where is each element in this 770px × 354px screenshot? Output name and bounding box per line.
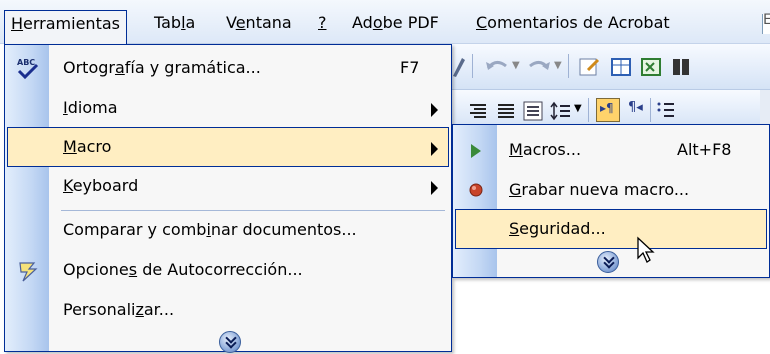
menu-item-comparar[interactable]: Comparar y combinar documentos...: [7, 211, 449, 251]
menu-tabla[interactable]: Tabla: [148, 10, 201, 36]
mouse-cursor-icon: [637, 236, 655, 263]
line-spacing-dropdown-icon[interactable]: ▼: [574, 103, 582, 114]
menu-ventana[interactable]: Ventana: [220, 10, 298, 36]
numbered-list-icon[interactable]: [656, 100, 676, 120]
menu-herramientas[interactable]: Herramientas: [4, 10, 127, 45]
autocorrect-icon: [19, 262, 38, 282]
menu-help[interactable]: ?: [312, 10, 333, 36]
menu-item-grabar-macro[interactable]: Grabar nueva macro...: [455, 171, 767, 211]
redo-dropdown-icon[interactable]: ▼: [554, 60, 562, 71]
excel-sheet-icon[interactable]: [640, 56, 662, 78]
svg-text:ABC: ABC: [17, 58, 35, 67]
menubar-overflow: E: [762, 12, 770, 34]
columns-icon[interactable]: [670, 56, 692, 78]
submenu-arrow-icon: [431, 103, 438, 117]
tools-menu: ABC Ortografía y gramática... F7 Idioma …: [4, 44, 452, 353]
menu-item-seguridad[interactable]: Seguridad...: [455, 209, 767, 249]
rtl-direction-icon[interactable]: ¶◂: [628, 100, 643, 115]
redo-icon[interactable]: [526, 58, 552, 76]
menu-item-ortografia[interactable]: ABC Ortografía y gramática... F7: [7, 49, 449, 89]
menu-comentarios-acrobat[interactable]: Comentarios de Acrobat: [470, 10, 676, 36]
line-spacing-icon[interactable]: [550, 100, 572, 122]
play-icon: [471, 144, 481, 158]
submenu-arrow-icon: [431, 181, 438, 195]
justify-icon[interactable]: [496, 102, 516, 120]
menu-adobe-pdf[interactable]: Adobe PDF: [346, 10, 445, 36]
record-icon: [469, 183, 483, 197]
menu-item-autocorreccion[interactable]: Opciones de Autocorrección...: [7, 251, 449, 291]
brush-icon[interactable]: [450, 56, 466, 78]
macro-submenu: Macros... Alt+F8 Grabar nueva macro... S…: [452, 124, 770, 278]
menu-item-idioma[interactable]: Idioma: [7, 89, 449, 129]
table-icon[interactable]: [610, 56, 632, 78]
spellcheck-icon: ABC: [17, 58, 39, 80]
menu-item-macro[interactable]: Macro: [7, 127, 449, 167]
menu-item-macros[interactable]: Macros... Alt+F8: [455, 131, 767, 171]
align-right-icon[interactable]: [468, 102, 488, 120]
distribute-icon[interactable]: [522, 100, 544, 122]
standard-toolbar: ▼ ▼: [440, 44, 770, 90]
menu-item-keyboard[interactable]: Keyboard: [7, 167, 449, 207]
menu-bar: Herramientas Tabla Ventana ? Adobe PDF C…: [0, 0, 770, 45]
undo-dropdown-icon[interactable]: ▼: [512, 60, 520, 71]
hyperlink-icon[interactable]: [578, 56, 602, 78]
menu-item-personalizar[interactable]: Personalizar...: [7, 291, 449, 331]
ltr-direction-button[interactable]: ▸¶: [596, 98, 620, 122]
undo-icon[interactable]: [484, 58, 510, 76]
expand-menu-icon[interactable]: [219, 331, 241, 353]
submenu-arrow-icon: [431, 142, 438, 156]
expand-menu-icon[interactable]: [597, 251, 619, 273]
